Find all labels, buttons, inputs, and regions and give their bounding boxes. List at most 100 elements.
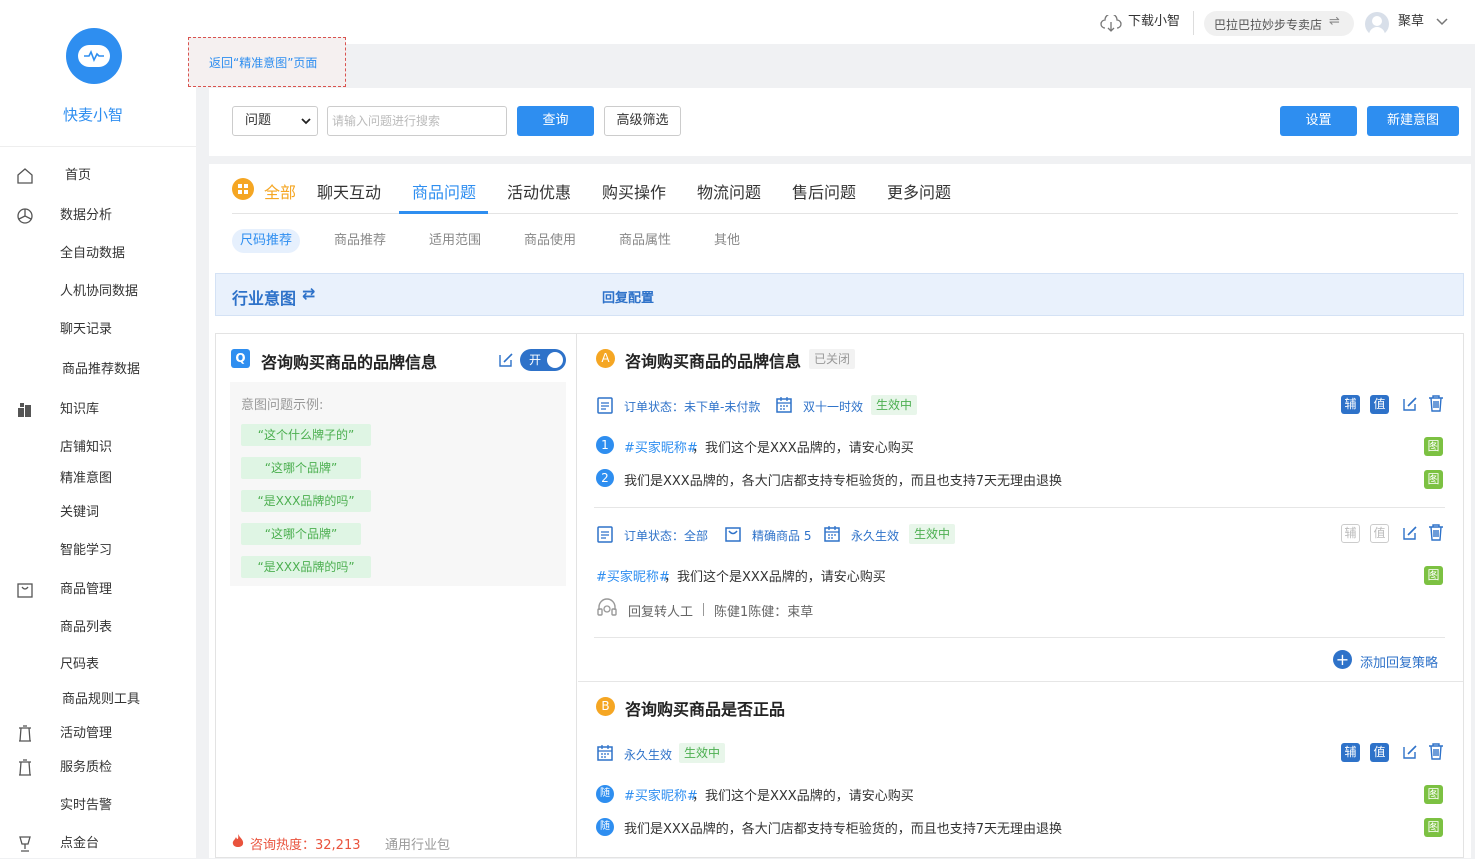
back-link[interactable]: 返回“精准意图”页面 [209,54,317,71]
intent-title: 咨询购买商品的品牌信息 [261,353,438,372]
image-button[interactable]: 图 [1424,470,1443,489]
industry-intent-label[interactable]: 行业意图 [232,285,296,309]
edit-icon[interactable] [1402,525,1418,541]
user-name[interactable]: 聚草 [1398,0,1424,44]
image-button[interactable]: 图 [1424,818,1443,837]
sidebar-item-activity-management[interactable]: 活动管理 [0,719,196,749]
aux-button[interactable]: 辅 [1341,743,1360,762]
add-icon[interactable]: + [1333,650,1352,669]
lantern-icon [19,759,31,776]
example-pill: “这哪个品牌” [241,523,361,545]
trash-icon[interactable] [1428,524,1444,541]
add-reply-strategy-button[interactable]: 添加回复策略 [1360,652,1438,671]
reply-text: 我们是XXX品牌的，各大门店都支持专柜验货的，而且也支持7天无理由退换 [624,822,1062,837]
sidebar-item-label: 店铺知识 [60,440,113,455]
chevron-down-icon[interactable] [1436,18,1448,26]
sidebar-item-knowledge-base[interactable]: 知识库 [0,395,196,425]
sidebar-item-label: 知识库 [60,402,100,417]
tab-chat[interactable]: 聊天互动 [317,179,381,203]
trash-icon[interactable] [1428,395,1444,412]
sidebar-item-product-recommend-data[interactable]: 商品推荐数据 [0,355,196,385]
headset-icon [597,598,617,616]
divider [703,603,704,616]
aux-button[interactable]: 辅 [1341,395,1360,414]
sidebar-item-gold-platform[interactable]: 点金台 [0,829,196,859]
tab-promo[interactable]: 活动优惠 [507,179,571,203]
tab-logistics[interactable]: 物流问题 [697,179,761,203]
settings-button[interactable]: 设置 [1280,106,1357,136]
sidebar-item-label: 商品规则工具 [62,692,141,707]
image-button[interactable]: 图 [1424,437,1443,456]
edit-icon[interactable] [498,352,514,368]
subtab-size-recommend[interactable]: 尺码推荐 [232,229,301,253]
cloud-download-icon[interactable] [1100,15,1122,33]
shop-switcher[interactable]: 巴拉巴拉妙步专卖店 ⇌ [1204,11,1354,36]
trash-icon[interactable] [1428,743,1444,760]
advanced-filter-button[interactable]: 高级筛选 [604,106,681,136]
time-label: 永久生效 [851,529,900,543]
sidebar-item-product-management[interactable]: 商品管理 [0,575,196,605]
sidebar-item-auto-data[interactable]: 全自动数据 [0,239,196,269]
sidebar-item-product-list[interactable]: 商品列表 [0,613,196,643]
image-button[interactable]: 图 [1424,785,1443,804]
subtab-other[interactable]: 其他 [714,229,740,253]
sidebar-item-label: 聊天记录 [60,322,113,337]
precise-goods-label[interactable]: 精确商品 5 [752,527,811,544]
tab-purchase[interactable]: 购买操作 [602,179,666,203]
subtab-attributes[interactable]: 商品属性 [619,229,671,253]
tab-product[interactable]: 商品问题 [412,179,476,203]
sidebar-item-service-qc[interactable]: 服务质检 [0,753,196,783]
tab-all[interactable]: 全部 [264,179,296,203]
shop-name: 巴拉巴拉妙步专卖店 [1214,18,1323,32]
sidebar-item-collab-data[interactable]: 人机协同数据 [0,277,196,307]
edit-icon[interactable] [1402,396,1418,412]
reply-text: ，我们这个是XXX品牌的，请安心购买 [692,441,914,456]
badge-b: B [596,697,615,716]
question-icon: Q [231,349,250,368]
back-link-box[interactable]: 返回“精准意图”页面 [188,37,346,87]
sidebar-item-chat-records[interactable]: 聊天记录 [0,315,196,345]
sidebar-item-label: 全自动数据 [60,246,126,261]
tab-more[interactable]: 更多问题 [887,179,951,203]
subtab-usage[interactable]: 商品使用 [524,229,576,253]
search-input[interactable]: 请输入问题进行搜索 [327,106,507,136]
sidebar-item-size-chart[interactable]: 尺码表 [0,650,196,680]
question-type-select[interactable]: 问题 [232,106,318,136]
sidebar-item-label: 关键词 [60,505,100,520]
avatar[interactable] [1365,12,1389,36]
subtab-product-recommend[interactable]: 商品推荐 [334,229,386,253]
sidebar-item-keywords[interactable]: 关键词 [0,498,196,528]
sidebar-item-data-analysis[interactable]: 数据分析 [0,201,196,231]
image-button[interactable]: 图 [1424,566,1443,585]
sidebar-item-label: 实时告警 [60,798,113,813]
value-button[interactable]: 值 [1370,743,1389,762]
sidebar-item-realtime-alert[interactable]: 实时告警 [0,791,196,821]
sidebar-item-product-rule-tool[interactable]: 商品规则工具 [0,685,196,715]
time-label: 双十一时效 [803,400,864,414]
order-status-label: 订单状态：全部 [624,529,709,543]
subtab-scope[interactable]: 适用范围 [429,229,481,253]
sidebar-item-precise-intent[interactable]: 精准意图 [0,464,196,494]
example-pill: “这哪个品牌” [241,457,361,479]
shopping-bag-icon [725,527,741,542]
edit-icon[interactable] [1402,744,1418,760]
tab-aftersale[interactable]: 售后问题 [792,179,856,203]
calendar-icon [776,397,792,413]
new-intent-button[interactable]: 新建意图 [1367,106,1459,136]
sidebar-item-home[interactable]: 首页 [0,161,196,191]
download-link[interactable]: 下载小智 [1128,0,1180,44]
section-divider [578,681,1463,682]
chevron-down-icon [301,118,311,125]
sidebar-item-store-knowledge[interactable]: 店铺知识 [0,433,196,463]
value-button[interactable]: 值 [1370,395,1389,414]
home-icon [17,168,33,184]
intent-toggle[interactable]: 开 [520,349,566,371]
sidebar-item-smart-learning[interactable]: 智能学习 [0,536,196,566]
swap-icon[interactable]: ⇄ [302,284,315,303]
value-button[interactable]: 值 [1370,524,1389,543]
buyer-nickname-tag: #买家昵称# [596,570,670,585]
example-pill: “是XXX品牌的吗” [241,490,371,512]
aux-button[interactable]: 辅 [1341,524,1360,543]
fire-icon [232,834,244,847]
query-button[interactable]: 查询 [517,106,594,136]
